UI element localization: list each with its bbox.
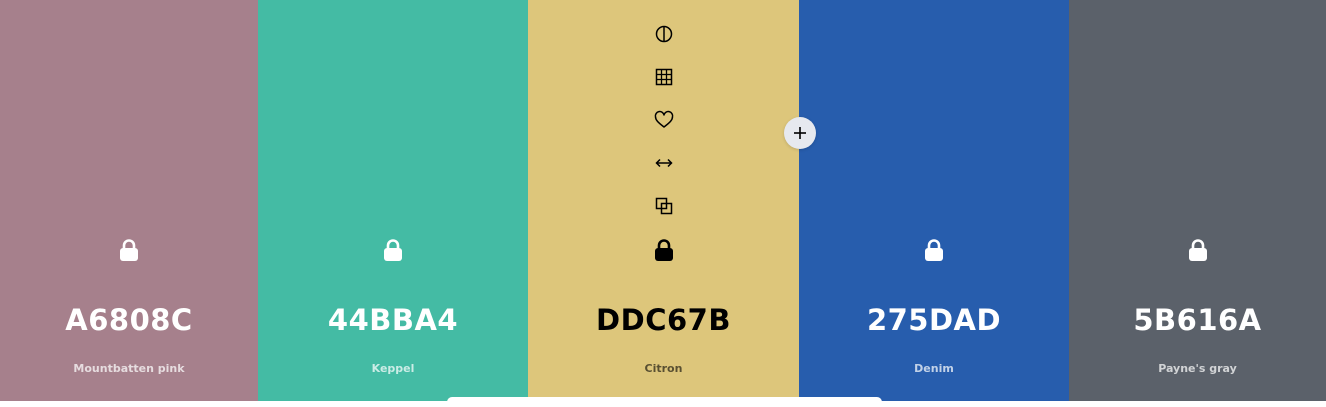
hex-code[interactable]: DDC67B	[528, 303, 799, 337]
bottom-toolbar	[447, 397, 882, 407]
plus-icon	[794, 127, 806, 139]
lock-icon[interactable]	[379, 236, 407, 264]
lock-icon[interactable]	[115, 236, 143, 264]
color-swatch[interactable]: 275DAD Denim	[799, 0, 1069, 401]
copy-icon[interactable]	[650, 192, 678, 220]
color-name[interactable]: Denim	[799, 362, 1069, 375]
add-color-button[interactable]	[784, 117, 816, 149]
shades-grid-icon[interactable]	[650, 63, 678, 91]
color-name[interactable]: Keppel	[258, 362, 528, 375]
lock-icon[interactable]	[1184, 236, 1212, 264]
lock-icon[interactable]	[650, 236, 678, 264]
hex-code[interactable]: 5B616A	[1069, 303, 1326, 337]
heart-icon[interactable]	[650, 106, 678, 134]
contrast-icon[interactable]	[650, 20, 678, 48]
color-name[interactable]: Citron	[528, 362, 799, 375]
drag-arrows-icon[interactable]	[650, 149, 678, 177]
color-swatch[interactable]: A6808C Mountbatten pink	[0, 0, 258, 401]
color-name[interactable]: Payne's gray	[1069, 362, 1326, 375]
color-swatch[interactable]: DDC67B Citron	[528, 0, 799, 401]
hex-code[interactable]: 275DAD	[799, 303, 1069, 337]
lock-icon[interactable]	[920, 236, 948, 264]
color-swatch[interactable]: 44BBA4 Keppel	[258, 0, 528, 401]
color-name[interactable]: Mountbatten pink	[0, 362, 258, 375]
hex-code[interactable]: 44BBA4	[258, 303, 528, 337]
color-swatch[interactable]: 5B616A Payne's gray	[1069, 0, 1326, 401]
palette: A6808C Mountbatten pink 44BBA4 Keppel DD…	[0, 0, 1326, 401]
hex-code[interactable]: A6808C	[0, 303, 258, 337]
swatch-toolbar	[528, 20, 799, 235]
